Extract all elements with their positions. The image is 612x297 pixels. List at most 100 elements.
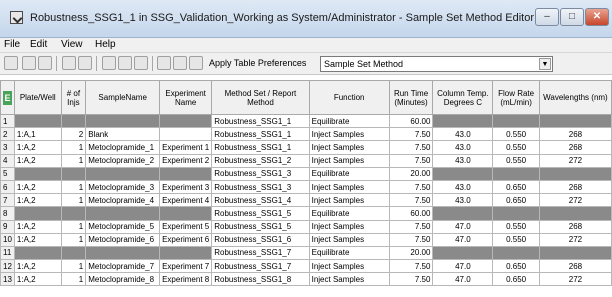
table-row[interactable]: 11 Robustness_SSG1_7 Equilibrate 20.00 — [0, 245, 612, 261]
flow-rate-cell[interactable]: 0.650 — [492, 193, 540, 208]
flow-rate-cell[interactable]: 0.550 — [492, 153, 540, 168]
experiment-name-cell[interactable] — [159, 113, 213, 129]
column-temp-cell[interactable]: 43.0 — [432, 127, 494, 142]
table-row[interactable]: 4 1:A,2 1 Metoclopramide_2 Experiment 2 Robus… — [0, 153, 612, 168]
run-time-cell[interactable]: 20.00 — [388, 245, 434, 261]
flow-rate-cell[interactable] — [492, 245, 540, 261]
plate-well-cell[interactable]: 1:A,1 — [13, 127, 62, 142]
paste-icon[interactable] — [189, 56, 203, 70]
open-icon[interactable] — [22, 56, 36, 70]
run-time-cell[interactable]: 7.50 — [388, 127, 434, 142]
wavelength-cell[interactable]: 268 — [538, 179, 612, 195]
column-temp-cell[interactable] — [432, 245, 494, 261]
menu-help[interactable]: Help — [95, 39, 116, 50]
table-preferences-select[interactable]: Sample Set Method ▼ — [320, 56, 553, 72]
function-cell[interactable]: Equilibrate — [308, 245, 390, 261]
function-cell[interactable]: Equilibrate — [308, 206, 390, 221]
injections-cell[interactable]: 1 — [60, 272, 87, 287]
experiment-name-cell[interactable]: Experiment 3 — [159, 179, 213, 195]
run-time-cell[interactable]: 60.00 — [388, 113, 434, 129]
plate-well-cell[interactable]: 1:A,2 — [13, 153, 62, 168]
plate-well-cell[interactable]: 1:A,2 — [13, 179, 62, 195]
column-header-column-temp[interactable]: Column Temp. Degrees C — [432, 80, 494, 115]
menu-view[interactable]: View — [61, 39, 83, 50]
column-header-injections[interactable]: # of Injs — [60, 80, 87, 115]
sample-name-cell[interactable] — [85, 166, 161, 181]
save-icon[interactable] — [38, 56, 52, 70]
column-temp-cell[interactable]: 47.0 — [432, 232, 494, 247]
sample-name-cell[interactable]: Metoclopramide_2 — [85, 153, 161, 168]
column-header-method-set[interactable]: Method Set / Report Method — [211, 80, 310, 115]
run-time-cell[interactable]: 7.50 — [388, 153, 434, 168]
method-set-cell[interactable]: Robustness_SSG1_3 — [211, 166, 310, 181]
column-temp-cell[interactable]: 43.0 — [432, 140, 494, 155]
sample-name-cell[interactable]: Metoclopramide_5 — [85, 219, 161, 234]
run-time-cell[interactable]: 7.50 — [388, 219, 434, 234]
experiment-name-cell[interactable] — [159, 206, 213, 221]
table-row[interactable]: 8 Robustness_SSG1_5 Equilibrate 60.00 — [0, 206, 612, 221]
wavelength-cell[interactable]: 272 — [538, 193, 612, 208]
table-row[interactable]: 1 Robustness_SSG1_1 Equilibrate 60.00 — [0, 113, 612, 129]
row-number-cell[interactable]: 3 — [0, 140, 15, 155]
column-header-function[interactable]: Function — [308, 80, 390, 115]
flow-rate-cell[interactable]: 0.650 — [492, 272, 540, 287]
wavelength-cell[interactable]: 268 — [538, 219, 612, 234]
run-time-cell[interactable]: 7.50 — [388, 179, 434, 195]
plate-well-cell[interactable]: 1:A,2 — [13, 140, 62, 155]
wavelength-cell[interactable]: 268 — [538, 140, 612, 155]
delete-row-icon[interactable] — [78, 56, 92, 70]
sample-name-cell[interactable]: Metoclopramide_7 — [85, 259, 161, 274]
insert-row-icon[interactable] — [62, 56, 76, 70]
fill-down-icon[interactable] — [102, 56, 116, 70]
method-set-cell[interactable]: Robustness_SSG1_6 — [211, 232, 310, 247]
flow-rate-cell[interactable]: 0.650 — [492, 179, 540, 195]
table-row[interactable]: 3 1:A,2 1 Metoclopramide_1 Experiment 1 Robus… — [0, 140, 612, 155]
plate-well-cell[interactable] — [13, 206, 62, 221]
cut-icon[interactable] — [157, 56, 171, 70]
method-set-cell[interactable]: Robustness_SSG1_2 — [211, 153, 310, 168]
column-header-sample-name[interactable]: SampleName — [85, 80, 161, 115]
corner-cell[interactable]: E — [0, 80, 15, 115]
function-cell[interactable]: Inject Samples — [308, 219, 390, 234]
plate-well-cell[interactable] — [13, 166, 62, 181]
row-number-cell[interactable]: 7 — [0, 193, 15, 208]
table-row[interactable]: 10 1:A,2 1 Metoclopramide_6 Experiment 6 Robu… — [0, 232, 612, 247]
wavelength-cell[interactable] — [538, 166, 612, 181]
method-set-cell[interactable]: Robustness_SSG1_5 — [211, 206, 310, 221]
function-cell[interactable]: Equilibrate — [308, 113, 390, 129]
function-cell[interactable]: Inject Samples — [308, 232, 390, 247]
function-cell[interactable]: Inject Samples — [308, 140, 390, 155]
row-number-cell[interactable]: 12 — [0, 259, 15, 274]
wavelength-cell[interactable]: 268 — [538, 259, 612, 274]
table-row[interactable]: 7 1:A,2 1 Metoclopramide_4 Experiment 4 Robus… — [0, 193, 612, 208]
plate-well-cell[interactable] — [13, 113, 62, 129]
column-temp-cell[interactable]: 43.0 — [432, 153, 494, 168]
experiment-name-cell[interactable]: Experiment 8 — [159, 272, 213, 287]
column-header-flow-rate[interactable]: Flow Rate (mL/min) — [492, 80, 540, 115]
new-icon[interactable] — [4, 56, 18, 70]
run-time-cell[interactable]: 7.50 — [388, 232, 434, 247]
function-cell[interactable]: Inject Samples — [308, 272, 390, 287]
injections-cell[interactable]: 1 — [60, 219, 87, 234]
row-number-cell[interactable]: 11 — [0, 245, 15, 261]
table-row[interactable]: 2 1:A,1 2 Blank Robustness_SSG1_1 Inject Samp… — [0, 127, 612, 142]
row-number-cell[interactable]: 1 — [0, 113, 15, 129]
injections-cell[interactable]: 1 — [60, 179, 87, 195]
wavelength-cell[interactable]: 272 — [538, 153, 612, 168]
column-temp-cell[interactable]: 47.0 — [432, 259, 494, 274]
run-time-cell[interactable]: 7.50 — [388, 140, 434, 155]
wavelength-cell[interactable]: 272 — [538, 232, 612, 247]
experiment-name-cell[interactable]: Experiment 5 — [159, 219, 213, 234]
row-number-cell[interactable]: 6 — [0, 179, 15, 195]
plate-well-cell[interactable]: 1:A,2 — [13, 232, 62, 247]
flow-rate-cell[interactable] — [492, 113, 540, 129]
injections-cell[interactable]: 1 — [60, 193, 87, 208]
table-row[interactable]: 5 Robustness_SSG1_3 Equilibrate 20.00 — [0, 166, 612, 181]
function-cell[interactable]: Inject Samples — [308, 193, 390, 208]
sample-name-cell[interactable]: Metoclopramide_3 — [85, 179, 161, 195]
column-temp-cell[interactable] — [432, 166, 494, 181]
method-set-cell[interactable]: Robustness_SSG1_8 — [211, 272, 310, 287]
flow-rate-cell[interactable]: 0.550 — [492, 127, 540, 142]
plate-well-cell[interactable]: 1:A,2 — [13, 259, 62, 274]
injections-cell[interactable]: 2 — [60, 127, 87, 142]
